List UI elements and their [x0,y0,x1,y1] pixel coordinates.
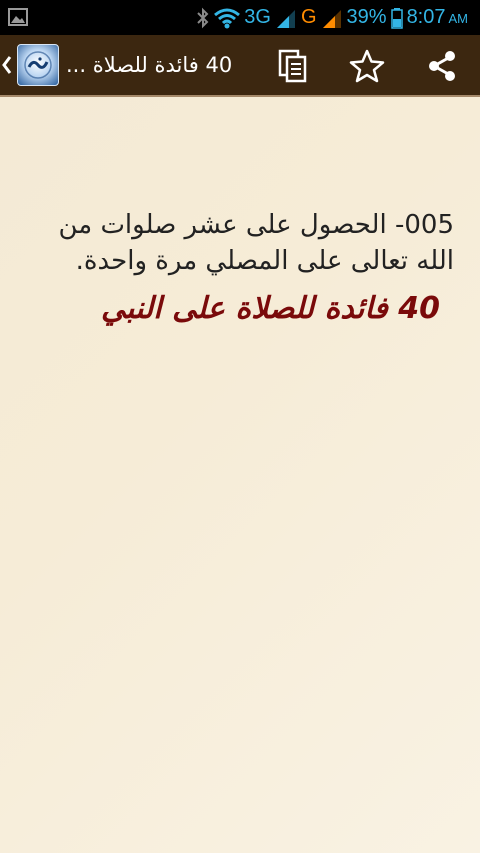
battery-icon [390,0,403,35]
network-3g-label: 3G [244,6,271,28]
benefit-text: 005- الحصول على عشر صلوات من الله تعالى … [58,210,454,276]
app-title: 40 فائدة للصلاة ... [66,53,233,77]
signal-icon [275,0,297,35]
clock: 8:07 AM [407,0,468,36]
chevron-left-icon[interactable] [2,54,12,76]
app-logo[interactable] [17,44,59,86]
bluetooth-icon [196,0,210,35]
battery-percent: 39% [346,6,387,28]
book-heading: 40 فائدة للصلاة على النبي [101,291,440,326]
status-bar: 3G G 39% 8:07 AM [0,0,480,35]
signal-icon [321,0,343,35]
copy-button[interactable] [270,43,316,89]
content-area: 005- الحصول على عشر صلوات من الله تعالى … [0,97,480,853]
star-icon [349,49,385,83]
network-g-label: G [300,6,317,28]
action-bar: 40 فائدة للصلاة ... [0,35,480,97]
clock-time: 8:07 [406,5,446,28]
image-icon [8,7,28,32]
share-button[interactable] [419,43,465,89]
favorite-button[interactable] [344,43,390,89]
share-icon [429,51,455,81]
clock-ampm: AM [448,10,469,26]
copy-icon [278,49,307,83]
wifi-icon [214,0,241,35]
status-indicators: 3G G 39% 8:07 AM [196,0,468,35]
